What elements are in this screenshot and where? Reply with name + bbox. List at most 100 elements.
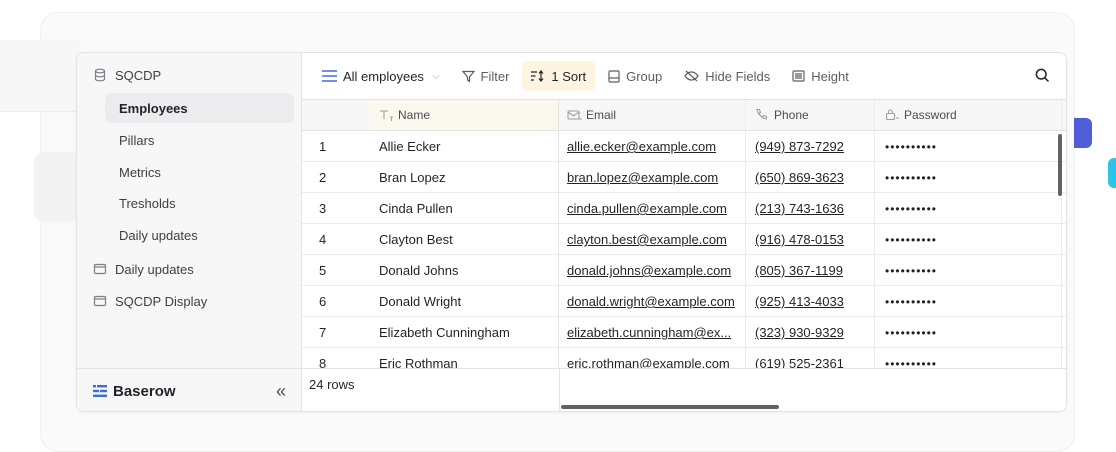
phone-cell[interactable]: (949) 873-7292 xyxy=(746,131,875,162)
password-cell[interactable]: •••••••••• xyxy=(875,193,1062,224)
group-label: Group xyxy=(626,68,663,84)
phone-cell[interactable]: (650) 869-3623 xyxy=(746,162,875,193)
password-cell[interactable]: •••••••••• xyxy=(875,255,1062,286)
row-height-button[interactable]: Height xyxy=(783,61,858,91)
table-row[interactable]: 8 Eric Rothman eric.rothman@example.com (61… xyxy=(302,348,1066,368)
name-cell[interactable]: Elizabeth Cunningham xyxy=(370,317,559,348)
phone-cell[interactable]: (925) 413-4033 xyxy=(746,286,875,317)
password-cell[interactable]: •••••••••• xyxy=(875,317,1062,348)
row-number-cell: 6 xyxy=(319,294,327,309)
sidebar-item-label: Employees xyxy=(119,100,188,116)
phone-field-icon xyxy=(756,108,768,120)
name-cell[interactable]: Donald Wright xyxy=(370,286,559,317)
phone-cell[interactable]: (213) 743-1636 xyxy=(746,193,875,224)
table-row[interactable]: 5 Donald Johns donald.johns@example.com (80… xyxy=(302,255,1066,286)
sidebar-item-pillars[interactable]: Pillars xyxy=(105,125,294,155)
sidebar-database[interactable]: SQCDP xyxy=(93,60,161,90)
app-window: SQCDP Employees Pillars Metrics Treshold… xyxy=(76,52,1067,412)
sort-icon xyxy=(531,70,544,82)
table-row[interactable]: 1 Allie Ecker allie.ecker@example.com (949)… xyxy=(302,131,1066,162)
filter-button[interactable]: Filter xyxy=(453,61,519,91)
sidebar-app-sqcdp-display[interactable]: SQCDP Display xyxy=(93,286,207,316)
row-number-cell: 5 xyxy=(319,263,327,278)
password-cell[interactable]: •••••••••• xyxy=(875,162,1062,193)
password-cell[interactable]: •••••••••• xyxy=(875,224,1062,255)
sidebar-item-label: Daily updates xyxy=(119,227,198,243)
column-header-phone[interactable]: Phone xyxy=(746,100,875,131)
column-header-name[interactable]: Name xyxy=(370,100,559,131)
vertical-scrollbar[interactable] xyxy=(1058,134,1062,196)
background-band xyxy=(0,40,80,112)
email-cell[interactable]: bran.lopez@example.com xyxy=(559,162,746,193)
name-cell[interactable]: Donald Johns xyxy=(370,255,559,286)
name-cell[interactable]: Cinda Pullen xyxy=(370,193,559,224)
table-row[interactable]: 3 Cinda Pullen cinda.pullen@example.com (21… xyxy=(302,193,1066,224)
group-icon xyxy=(608,69,620,83)
sidebar-item-metrics[interactable]: Metrics xyxy=(105,157,294,187)
sidebar-app-label: Daily updates xyxy=(115,261,194,277)
row-number-cell: 3 xyxy=(319,201,327,216)
collapse-sidebar-button[interactable]: « xyxy=(276,381,286,402)
column-header-email[interactable]: Email xyxy=(559,100,746,131)
password-cell[interactable]: •••••••••• xyxy=(875,348,1062,368)
column-header-password[interactable]: Password xyxy=(875,100,1062,131)
email-cell[interactable]: donald.wright@example.com xyxy=(559,286,746,317)
row-count: 24 rows xyxy=(309,377,355,392)
name-cell[interactable]: Eric Rothman xyxy=(370,348,559,368)
name-cell[interactable]: Clayton Best xyxy=(370,224,559,255)
footer-divider xyxy=(559,369,560,411)
column-header-label: Email xyxy=(586,108,617,122)
row-number-cell: 8 xyxy=(319,356,327,368)
phone-cell[interactable]: (323) 930-9329 xyxy=(746,317,875,348)
baserow-logo-icon xyxy=(93,385,107,397)
table-row[interactable]: 4 Clayton Best clayton.best@example.com (91… xyxy=(302,224,1066,255)
name-cell[interactable]: Bran Lopez xyxy=(370,162,559,193)
phone-cell[interactable]: (916) 478-0153 xyxy=(746,224,875,255)
sidebar-item-employees[interactable]: Employees xyxy=(105,93,294,123)
filter-icon xyxy=(461,70,475,83)
filter-label: Filter xyxy=(480,68,510,84)
search-icon xyxy=(1035,68,1050,83)
row-height-icon xyxy=(792,70,805,82)
sort-button[interactable]: 1 Sort xyxy=(522,61,596,91)
name-cell[interactable]: Allie Ecker xyxy=(370,131,559,162)
email-cell[interactable]: donald.johns@example.com xyxy=(559,255,746,286)
phone-cell[interactable]: (805) 367-1199 xyxy=(746,255,875,286)
column-header-label: Name xyxy=(398,108,431,122)
hide-fields-button[interactable]: Hide Fields xyxy=(675,61,779,91)
table-row[interactable]: 7 Elizabeth Cunningham elizabeth.cunningha… xyxy=(302,317,1066,348)
decorative-accent-blue xyxy=(1074,118,1092,148)
phone-cell[interactable]: (619) 525-2361 xyxy=(746,348,875,368)
view-selector[interactable]: All employees ⌵ xyxy=(320,61,449,91)
horizontal-scrollbar[interactable] xyxy=(561,405,779,409)
search-button[interactable] xyxy=(1035,68,1050,86)
row-number-cell: 7 xyxy=(319,325,327,340)
eye-off-icon xyxy=(684,70,699,82)
application-icon xyxy=(93,263,107,275)
row-number-cell: 2 xyxy=(319,170,327,185)
height-label: Height xyxy=(811,68,849,84)
group-button[interactable]: Group xyxy=(599,61,671,91)
view-name: All employees xyxy=(343,68,424,84)
email-cell[interactable]: elizabeth.cunningham@ex... xyxy=(559,317,746,348)
sidebar-footer: Baserow « xyxy=(77,368,302,411)
sidebar-item-tresholds[interactable]: Tresholds xyxy=(105,188,294,218)
baserow-logo[interactable]: Baserow xyxy=(93,383,176,400)
password-cell[interactable]: •••••••••• xyxy=(875,286,1062,317)
grid-footer: 24 rows xyxy=(302,368,1066,411)
sidebar-item-label: Pillars xyxy=(119,132,155,148)
email-cell[interactable]: allie.ecker@example.com xyxy=(559,131,746,162)
column-header-spacer xyxy=(1062,100,1066,131)
email-cell[interactable]: clayton.best@example.com xyxy=(559,224,746,255)
password-cell[interactable]: •••••••••• xyxy=(875,131,1062,162)
main-content: All employees ⌵ Filter 1 Sort Group Hide… xyxy=(302,53,1066,411)
chevron-down-icon: ⌵ xyxy=(431,70,440,82)
sidebar-item-daily-updates-table[interactable]: Daily updates xyxy=(105,220,294,250)
table-row[interactable]: 2 Bran Lopez bran.lopez@example.com (650) 8… xyxy=(302,162,1066,193)
hide-fields-label: Hide Fields xyxy=(705,68,771,84)
sidebar-app-daily-updates[interactable]: Daily updates xyxy=(93,254,194,284)
email-cell[interactable]: cinda.pullen@example.com xyxy=(559,193,746,224)
application-icon xyxy=(93,295,107,307)
table-row[interactable]: 6 Donald Wright donald.wright@example.com(… xyxy=(302,286,1066,317)
email-cell[interactable]: eric.rothman@example.com xyxy=(559,348,746,368)
